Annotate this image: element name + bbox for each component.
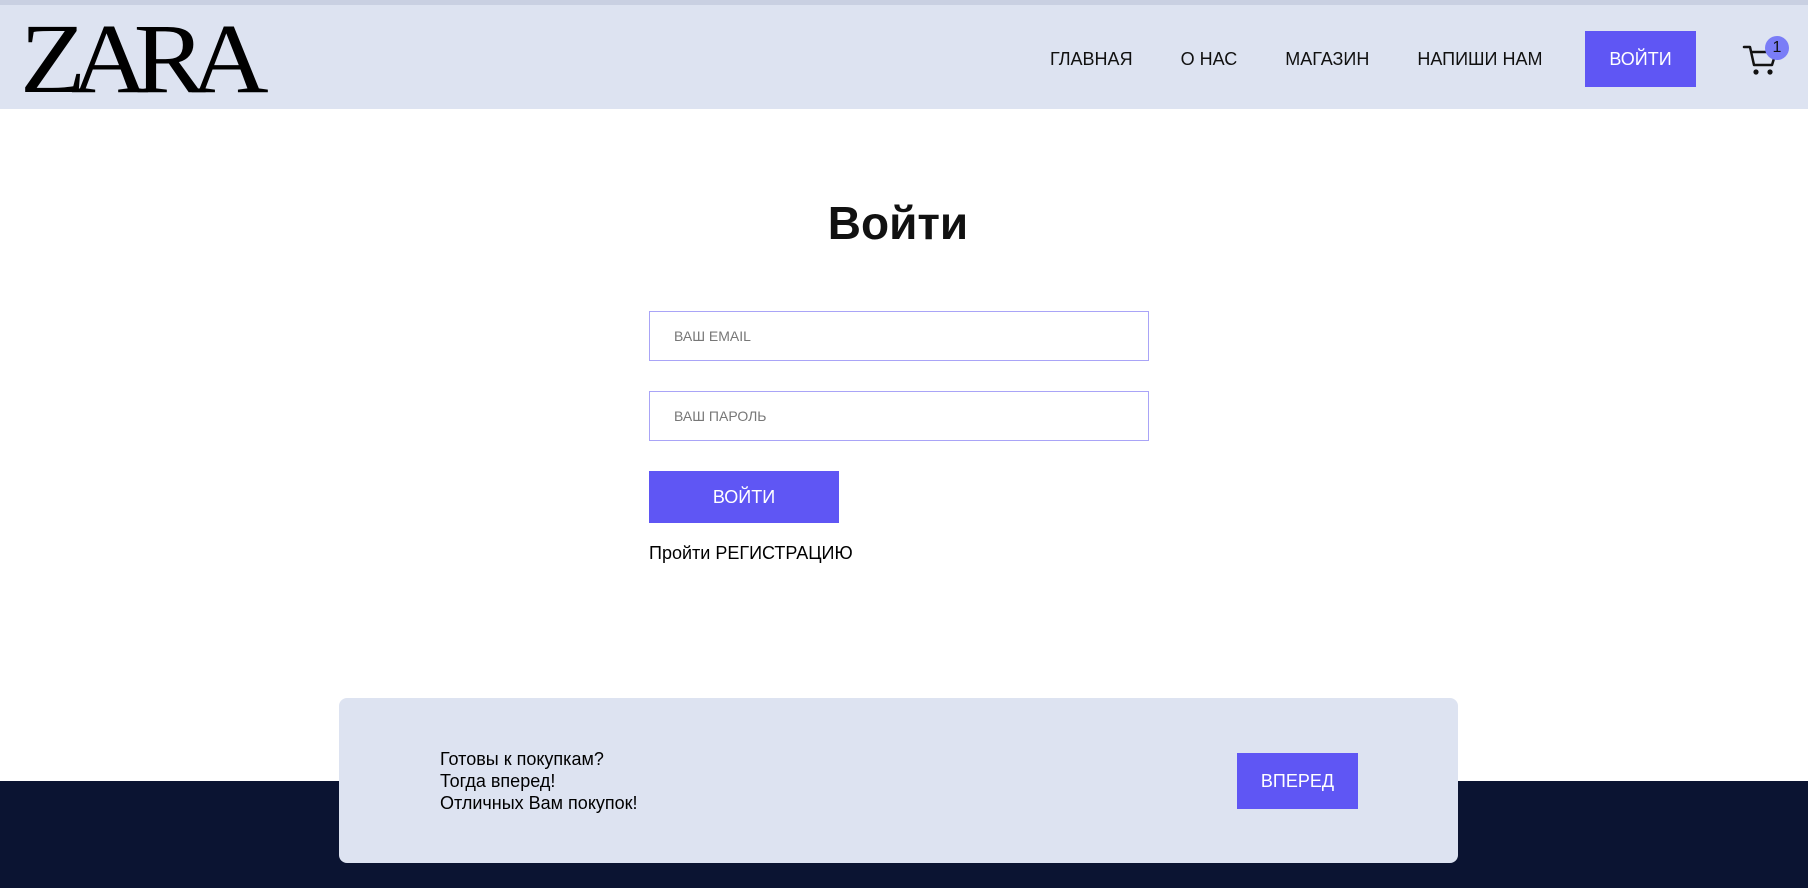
- page: ZARA ГЛАВНАЯ О НАС МАГАЗИН НАПИШИ НАМ ВО…: [0, 0, 1808, 888]
- cta-text: Готовы к покупкам? Тогда вперед! Отличны…: [440, 748, 638, 814]
- cta-line: Тогда вперед!: [440, 771, 556, 791]
- main-nav: ГЛАВНАЯ О НАС МАГАЗИН НАПИШИ НАМ: [1050, 31, 1590, 87]
- nav-link-shop[interactable]: МАГАЗИН: [1285, 49, 1369, 70]
- shopping-cta-banner: Готовы к покупкам? Тогда вперед! Отличны…: [339, 698, 1458, 863]
- register-prefix: Пройти: [649, 543, 711, 563]
- nav-link-contact[interactable]: НАПИШИ НАМ: [1417, 49, 1542, 70]
- nav-link-about[interactable]: О НАС: [1181, 49, 1238, 70]
- register-prompt: Пройти РЕГИСТРАЦИЮ: [649, 543, 853, 564]
- password-field[interactable]: [649, 391, 1149, 441]
- nav-link-home[interactable]: ГЛАВНАЯ: [1050, 49, 1133, 70]
- site-header: ZARA ГЛАВНАЯ О НАС МАГАЗИН НАПИШИ НАМ ВО…: [0, 0, 1808, 109]
- register-link[interactable]: РЕГИСТРАЦИЮ: [715, 543, 852, 563]
- zara-logo[interactable]: ZARA: [20, 9, 269, 109]
- cart-count-badge: 1: [1765, 36, 1789, 60]
- page-title: Войти: [827, 197, 969, 249]
- header-login-button[interactable]: ВОЙТИ: [1585, 31, 1696, 87]
- cta-line: Готовы к покупкам?: [440, 749, 604, 769]
- login-submit-button[interactable]: ВОЙТИ: [649, 471, 839, 523]
- email-field[interactable]: [649, 311, 1149, 361]
- cta-line: Отличных Вам покупок!: [440, 793, 638, 813]
- forward-button[interactable]: ВПЕРЕД: [1237, 753, 1358, 809]
